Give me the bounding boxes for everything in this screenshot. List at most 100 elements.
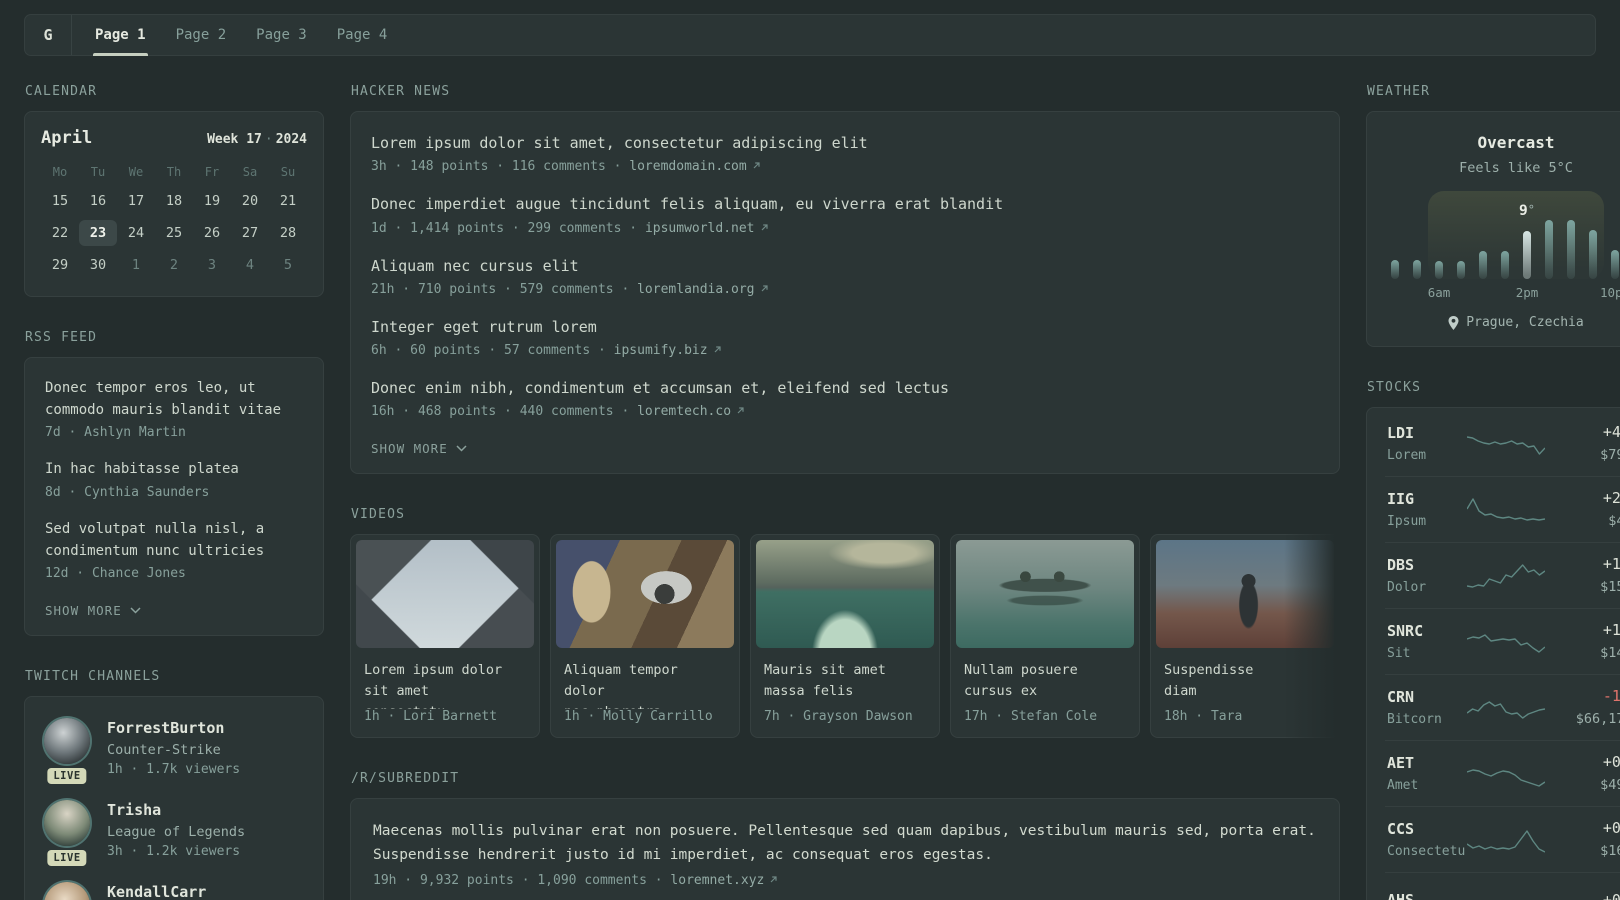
twitch-channel-category: Counter-Strike: [107, 742, 221, 759]
twitch-channel-name[interactable]: ForrestBurton: [107, 717, 240, 737]
video-meta: 1h · Molly Carrillo: [564, 709, 713, 725]
hn-item-title[interactable]: Integer eget rutrum lorem: [371, 316, 1319, 339]
video-title[interactable]: Suspendisse diam: [1151, 653, 1339, 702]
stock-change: +0.46%: [1602, 891, 1620, 900]
stock-row[interactable]: LDI Lorem +4.35% $795.18: [1385, 411, 1620, 477]
weather-location-label: Prague, Czechia: [1466, 315, 1584, 330]
rss-item-title[interactable]: Sed volutpat nulla nisl, a condimentum n…: [45, 519, 303, 562]
stock-name: Consectetur: [1387, 843, 1467, 859]
video-thumbnail[interactable]: [356, 540, 534, 649]
stock-sparkline: [1467, 689, 1545, 725]
video-thumbnail[interactable]: [1156, 540, 1334, 649]
calendar-day-cell: 27: [241, 225, 259, 241]
stock-row[interactable]: IIG Ipsum +2.84% $42.04: [1385, 477, 1620, 543]
calendar-weekday-label: Su: [280, 165, 296, 179]
left-column: CALENDAR April Week 17 · 2024 Mo Tu We Th: [24, 84, 324, 900]
stock-name: Bitcorn: [1387, 711, 1442, 727]
twitch-channel-row[interactable]: LIVE ForrestBurton Counter-Strike 1h · 1…: [43, 717, 305, 785]
app-logo[interactable]: G: [25, 15, 72, 55]
calendar-widget: CALENDAR April Week 17 · 2024 Mo Tu We Th: [24, 84, 324, 297]
calendar-day-cell: 19: [203, 193, 221, 209]
calendar-week-year: Week 17 · 2024: [207, 132, 307, 147]
rss-item: Donec tempor eros leo, ut commodo mauris…: [45, 378, 303, 440]
stock-symbol: CCS: [1387, 819, 1415, 838]
subreddit-post-title[interactable]: Maecenas mollis pulvinar erat non posuer…: [373, 820, 1317, 868]
weather-hour-bar: [1523, 231, 1531, 279]
twitch-channel-name[interactable]: Trisha: [107, 799, 245, 819]
twitch-channel-meta: 1h · 1.7k viewers: [107, 762, 241, 778]
rss-item-title[interactable]: In hac habitasse platea: [45, 459, 303, 481]
stock-sparkline: [1467, 755, 1545, 791]
calendar-day-cell: 30: [89, 257, 107, 273]
video-title[interactable]: Mauris sit amet massa felis: [751, 653, 939, 702]
video-meta: 18h · Tara: [1164, 709, 1243, 725]
rss-item-meta: 7d · Ashlyn Martin: [45, 425, 186, 441]
hn-item-meta: 3h · 148 points · 116 comments · loremdo…: [371, 159, 1319, 174]
avatar: [44, 882, 90, 900]
rss-item-meta: 8d · Cynthia Saunders: [45, 485, 210, 501]
hn-item-title[interactable]: Lorem ipsum dolor sit amet, consectetur …: [371, 132, 1319, 155]
hackernews-card: Lorem ipsum dolor sit amet, consectetur …: [350, 111, 1340, 475]
video-thumbnail[interactable]: [556, 540, 734, 649]
rss-item-title[interactable]: Donec tempor eros leo, ut commodo mauris…: [45, 378, 303, 421]
video-card[interactable]: Lorem ipsum dolor sit amet consectetu… 1…: [350, 534, 540, 739]
stock-change: +1.42%: [1602, 555, 1620, 573]
video-title[interactable]: Nullam posuere cursus ex: [951, 653, 1139, 702]
video-card[interactable]: Suspendisse diam 18h · Tara: [1150, 534, 1340, 739]
stock-row[interactable]: CCS Consectetur +0.51% $165.84: [1385, 807, 1620, 873]
stock-change: +2.84%: [1602, 489, 1620, 507]
hn-show-more-button[interactable]: SHOW MORE: [371, 441, 467, 456]
weather-time-10pm: 10pm: [1599, 285, 1620, 300]
video-title[interactable]: Lorem ipsum dolor sit amet consectetu…: [351, 653, 539, 709]
weather-time-2pm: 2pm: [1515, 285, 1539, 300]
weather-feels-like: Feels like 5°C: [1459, 160, 1573, 176]
video-card[interactable]: Aliquam tempor dolor nec pharetra… 1h · …: [550, 534, 740, 739]
rss-item: Sed volutpat nulla nisl, a condimentum n…: [45, 519, 303, 581]
subreddit-post-meta: 19h · 9,932 points · 1,090 comments · lo…: [373, 873, 1317, 888]
video-title[interactable]: Aliquam tempor dolor nec pharetra…: [551, 653, 739, 709]
video-card[interactable]: Mauris sit amet massa felis 7h · Grayson…: [750, 534, 940, 739]
weather-hour-bar: [1545, 220, 1553, 279]
page-tab[interactable]: Page 2: [161, 15, 242, 55]
hn-item: Donec imperdiet augue tincidunt felis al…: [371, 193, 1319, 235]
stock-row[interactable]: AET Amet +0.92% $499.72: [1385, 741, 1620, 807]
videos-widget-title: VIDEOS: [351, 507, 406, 523]
stock-row[interactable]: DBS Dolor +1.42% $156.28: [1385, 543, 1620, 609]
stock-row[interactable]: AHS +0.46%: [1385, 873, 1620, 900]
hn-item-stats: 3h · 148 points · 116 comments ·: [371, 159, 630, 175]
page-tab[interactable]: Page 3: [241, 15, 322, 55]
hn-item-title[interactable]: Donec imperdiet augue tincidunt felis al…: [371, 193, 1319, 216]
stock-name: Sit: [1387, 645, 1411, 661]
hn-item-title[interactable]: Aliquam nec cursus elit: [371, 255, 1319, 278]
stock-name: Ipsum: [1387, 513, 1427, 529]
stock-row[interactable]: CRN Bitcorn -1.00% $66,171.48: [1385, 675, 1620, 741]
twitch-channel-row[interactable]: LIVE Trisha League of Legends 3h · 1.2k …: [43, 799, 305, 867]
hn-item-stats: 16h · 468 points · 440 comments ·: [371, 404, 638, 420]
rss-show-more-button[interactable]: SHOW MORE: [45, 603, 141, 618]
weather-chart: 9°: [1385, 191, 1620, 279]
stock-id: CRN Bitcorn: [1387, 688, 1467, 727]
hn-item-title[interactable]: Donec enim nibh, condimentum et accumsan…: [371, 377, 1319, 400]
twitch-channel-row[interactable]: LIVE KendallCarr: [43, 881, 305, 900]
location-pin-icon: [1448, 315, 1459, 330]
weather-time-labels: 6am 2pm 10pm: [1385, 285, 1620, 302]
stock-price: $165.84: [1600, 843, 1620, 859]
stock-values: +1.42% $156.28: [1545, 555, 1620, 595]
video-meta: 7h · Grayson Dawson: [764, 709, 913, 725]
calendar-day-cell: 2: [169, 257, 179, 273]
rss-item: In hac habitasse platea 8d · Cynthia Sau…: [45, 459, 303, 500]
stock-values: -1.00% $66,171.48: [1545, 687, 1620, 727]
video-thumbnail[interactable]: [756, 540, 934, 649]
hn-item-stats: 6h · 60 points · 57 comments ·: [371, 343, 614, 358]
page-tab[interactable]: Page 1: [80, 15, 161, 56]
weather-temp-value: 9: [1519, 203, 1528, 219]
calendar-separator-dot: ·: [264, 132, 273, 147]
calendar-grid: Mo Tu We Th Fr Sa Su 15 16 17 18 19 20 2…: [41, 165, 307, 278]
video-card[interactable]: Nullam posuere cursus ex 17h · Stefan Co…: [950, 534, 1140, 739]
twitch-channel-name[interactable]: KendallCarr: [107, 881, 206, 900]
hn-item-meta: 6h · 60 points · 57 comments · ipsumify.…: [371, 343, 1319, 358]
avatar: [44, 800, 90, 847]
video-thumbnail[interactable]: [956, 540, 1134, 649]
page-tab[interactable]: Page 4: [322, 15, 403, 55]
stock-row[interactable]: SNRC Sit +1.36% $148.64: [1385, 609, 1620, 675]
